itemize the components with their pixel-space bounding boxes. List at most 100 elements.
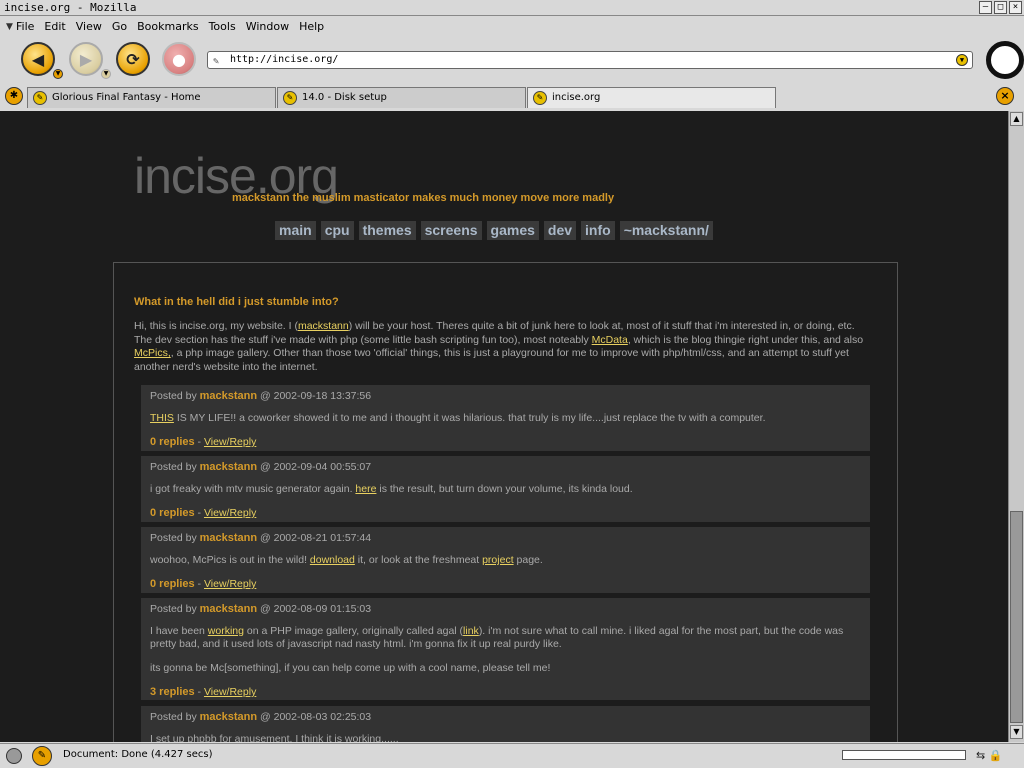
forward-button[interactable]: ▶ [69, 42, 103, 76]
post-meta: Posted by mackstann @ 2002-08-21 01:57:4… [150, 531, 861, 545]
stop-button[interactable]: ● [162, 42, 196, 76]
post-date: @ 2002-08-03 02:25:03 [260, 711, 372, 723]
post-link[interactable]: link [463, 625, 479, 637]
post-date: @ 2002-09-18 13:37:56 [260, 390, 372, 402]
page-proxy-icon[interactable]: ✎ [213, 54, 219, 70]
back-dropdown-icon[interactable]: ▼ [53, 69, 63, 79]
url-history-dropdown-icon[interactable]: ▼ [956, 54, 968, 66]
view-reply-link[interactable]: View/Reply [204, 507, 256, 519]
navigation-toolbar: ◀ ▼ ▶ ▼ ⟳ ● ✎ http://incise.org/ ▼ [0, 37, 1024, 84]
menu-edit[interactable]: Edit [44, 17, 65, 37]
tab-disk-setup[interactable]: ✎ 14.0 - Disk setup [277, 87, 526, 108]
composer-icon[interactable]: ✎ [32, 746, 52, 766]
intro-text: Hi, this is incise.org, my website. I ( [134, 320, 298, 332]
window-titlebar: incise.org - Mozilla – □ × [0, 0, 1024, 16]
throbber-icon[interactable] [986, 41, 1024, 79]
post-footer: 0 replies - View/Reply [150, 578, 257, 590]
vertical-scrollbar[interactable]: ▲ ▼ [1008, 111, 1024, 742]
tab-label: incise.org [552, 92, 601, 103]
post-footer: 3 replies - View/Reply [150, 686, 257, 698]
minimize-button[interactable]: – [979, 1, 992, 14]
reply-count: 3 replies [150, 686, 195, 698]
post-link[interactable]: project [482, 554, 514, 566]
mcpics-link[interactable]: McPics, [134, 347, 171, 359]
blog-post: Posted by mackstann @ 2002-08-09 01:15:0… [141, 598, 870, 700]
close-tab-icon[interactable]: × [996, 87, 1014, 105]
post-date: @ 2002-08-09 01:15:03 [260, 603, 372, 615]
close-window-button[interactable]: × [1009, 1, 1022, 14]
scrollbar-thumb[interactable] [1010, 511, 1023, 723]
menu-bar: ▼ File Edit View Go Bookmarks Tools Wind… [0, 17, 1024, 37]
post-link[interactable]: download [310, 554, 355, 566]
post-meta: Posted by mackstann @ 2002-09-04 00:55:0… [150, 460, 861, 474]
post-link[interactable]: working [208, 625, 244, 637]
posted-by-label: Posted by [150, 532, 197, 544]
intro-text: , a php image gallery. Other than those … [134, 347, 849, 373]
view-reply-link[interactable]: View/Reply [204, 436, 256, 448]
menu-help[interactable]: Help [299, 17, 324, 37]
status-text: Document: Done (4.427 secs) [63, 749, 213, 760]
blog-post: Posted by mackstann @ 2002-08-21 01:57:4… [141, 527, 870, 593]
nav-screens[interactable]: screens [420, 221, 482, 240]
blog-post: Posted by mackstann @ 2002-09-18 13:37:5… [141, 385, 870, 451]
menu-tools[interactable]: Tools [209, 17, 236, 37]
post-text: is the result, but turn down your volume… [376, 483, 633, 495]
forward-dropdown-icon[interactable]: ▼ [101, 69, 111, 79]
menu-window[interactable]: Window [246, 17, 289, 37]
posted-by-label: Posted by [150, 711, 197, 723]
main-content-box: What in the hell did i just stumble into… [113, 262, 898, 742]
scroll-up-arrow-icon[interactable]: ▲ [1010, 112, 1023, 126]
post-text: I set up phpbb for amusement. I think it… [150, 733, 399, 742]
window-title: incise.org - Mozilla [4, 1, 137, 14]
nav-cpu[interactable]: cpu [320, 221, 354, 240]
menu-bookmarks[interactable]: Bookmarks [137, 17, 198, 37]
intro-headline: What in the hell did i just stumble into… [134, 296, 339, 308]
nav-info[interactable]: info [581, 221, 615, 240]
nav-dev[interactable]: dev [543, 221, 577, 240]
post-link[interactable]: here [355, 483, 376, 495]
mcdata-link[interactable]: McData [592, 334, 628, 346]
post-text: its gonna be Mc[something], if you can h… [150, 662, 551, 674]
post-body: i got freaky with mtv music generator ag… [150, 483, 861, 496]
post-body: I set up phpbb for amusement. I think it… [150, 733, 861, 742]
online-status-icon[interactable]: ⇆ 🔒 [976, 749, 1002, 762]
posted-by-label: Posted by [150, 461, 197, 473]
reload-button[interactable]: ⟳ [116, 42, 150, 76]
view-reply-link[interactable]: View/Reply [204, 686, 256, 698]
nav-themes[interactable]: themes [358, 221, 416, 240]
blog-post: Posted by mackstann @ 2002-08-03 02:25:0… [141, 706, 870, 742]
menu-go[interactable]: Go [112, 17, 127, 37]
menu-view[interactable]: View [76, 17, 102, 37]
view-reply-link[interactable]: View/Reply [204, 578, 256, 590]
navigator-icon[interactable] [6, 748, 22, 764]
back-button[interactable]: ◀ [21, 42, 55, 76]
url-text[interactable]: http://incise.org/ [230, 54, 338, 65]
site-nav: main cpu themes screens games dev info ~… [275, 221, 713, 240]
nav-main[interactable]: main [275, 221, 316, 240]
post-author: mackstann [199, 390, 258, 402]
nav-mackstann[interactable]: ~mackstann/ [619, 221, 713, 240]
stop-icon: ● [172, 49, 186, 69]
tab-incise-org[interactable]: ✎ incise.org [527, 87, 776, 108]
tab-favicon-icon: ✎ [33, 91, 47, 105]
tab-glorious-final-fantasy[interactable]: ✎ Glorious Final Fantasy - Home [27, 87, 276, 108]
post-body: woohoo, McPics is out in the wild! downl… [150, 554, 861, 567]
post-author: mackstann [199, 711, 258, 723]
progress-bar [842, 750, 966, 760]
tab-label: Glorious Final Fantasy - Home [52, 92, 201, 103]
post-text: I have been [150, 625, 208, 637]
nav-games[interactable]: games [486, 221, 539, 240]
tab-bar: ✱ ✎ Glorious Final Fantasy - Home ✎ 14.0… [0, 85, 1024, 109]
post-text: i got freaky with mtv music generator ag… [150, 483, 356, 495]
post-date: @ 2002-08-21 01:57:44 [260, 532, 372, 544]
post-footer: 0 replies - View/Reply [150, 436, 257, 448]
url-bar[interactable]: ✎ http://incise.org/ ▼ [207, 51, 973, 69]
maximize-button[interactable]: □ [994, 1, 1007, 14]
menubar-grip-icon[interactable]: ▼ [6, 17, 16, 37]
scroll-down-arrow-icon[interactable]: ▼ [1010, 725, 1023, 739]
menu-file[interactable]: File [16, 17, 34, 37]
post-link[interactable]: THIS [150, 412, 174, 424]
mackstann-link[interactable]: mackstann [298, 320, 349, 332]
new-tab-icon[interactable]: ✱ [5, 87, 23, 105]
tab-label: 14.0 - Disk setup [302, 92, 387, 103]
